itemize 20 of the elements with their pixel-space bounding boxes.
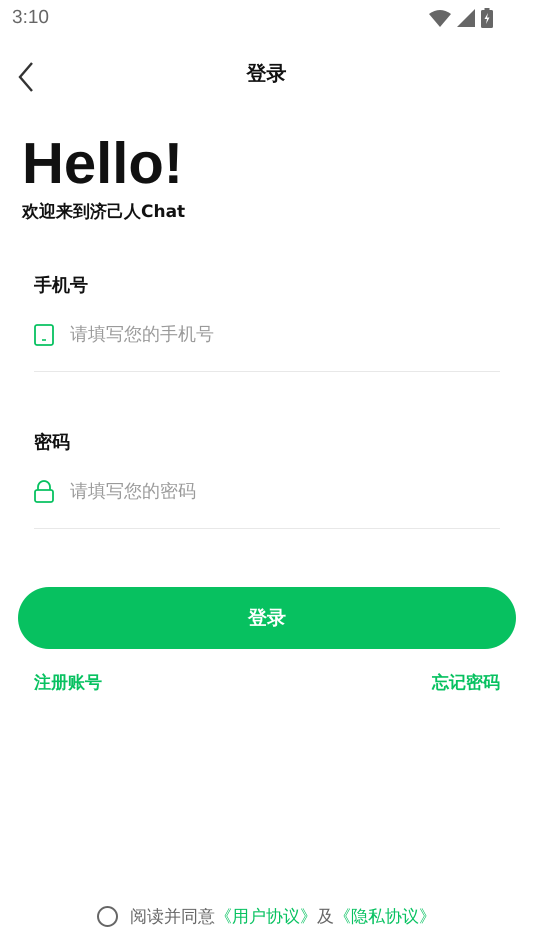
welcome-text: 欢迎来到济己人Chat bbox=[22, 200, 186, 223]
user-agreement-link[interactable]: 《用户协议》 bbox=[215, 907, 317, 927]
page-title: 登录 bbox=[246, 60, 286, 86]
password-field[interactable]: 请填写您的密码 bbox=[68, 480, 500, 504]
wifi-icon bbox=[429, 10, 451, 26]
phone-field[interactable]: 请填写您的手机号 bbox=[68, 323, 500, 346]
field-label: 密码 bbox=[34, 430, 70, 454]
status-time: 3:10 bbox=[12, 7, 49, 29]
greeting-title: Hello! bbox=[22, 132, 184, 196]
signal-icon bbox=[457, 9, 475, 27]
register-link[interactable]: 注册账号 bbox=[34, 670, 102, 694]
battery-icon bbox=[481, 8, 493, 28]
field-label: 手机号 bbox=[34, 274, 88, 297]
forgot-password-link[interactable]: 忘记密码 bbox=[432, 670, 500, 694]
privacy-policy-link[interactable]: 《隐私协议》 bbox=[334, 907, 436, 927]
agreement-checkbox[interactable] bbox=[97, 906, 118, 927]
phone-icon bbox=[34, 324, 54, 346]
login-button[interactable]: 登录 bbox=[18, 586, 516, 649]
agreement-text: 阅读并同意《用户协议》及《隐私协议》 bbox=[130, 906, 436, 928]
lock-icon bbox=[34, 480, 54, 504]
